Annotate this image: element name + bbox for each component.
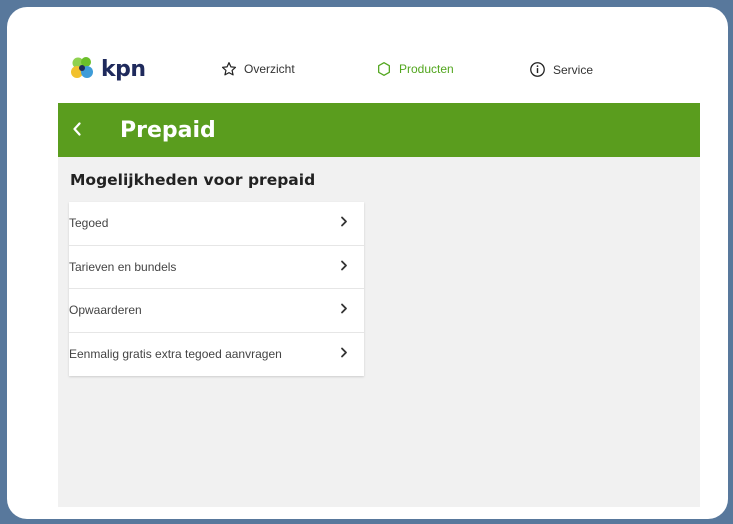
page-header: Prepaid	[58, 103, 700, 157]
chevron-right-icon	[340, 303, 348, 317]
nav-label: Overzicht	[244, 62, 295, 76]
hexagon-icon	[378, 62, 390, 76]
list-item-label: Tegoed	[69, 216, 109, 231]
chevron-right-icon	[340, 260, 348, 274]
device-frame: kpn Overzicht Producten Service Prepaid …	[7, 7, 728, 519]
top-navigation: kpn Overzicht Producten Service	[58, 39, 700, 103]
nav-item-overzicht[interactable]: Overzicht	[221, 61, 295, 77]
list-item-label: Tarieven en bundels	[69, 259, 177, 274]
back-button[interactable]	[72, 121, 88, 139]
info-icon	[530, 62, 545, 77]
list-item-tarieven[interactable]: Tarieven en bundels	[69, 246, 364, 289]
star-icon	[221, 62, 237, 76]
logo-text: kpn	[101, 56, 146, 82]
chevron-left-icon	[73, 121, 81, 136]
content-area: Mogelijkheden voor prepaid Tegoed Tariev…	[58, 157, 700, 507]
chevron-right-icon	[340, 216, 348, 230]
list-item-opwaarderen[interactable]: Opwaarderen	[69, 289, 364, 333]
list-item-label: Eenmalig gratis extra tegoed aanvragen	[69, 347, 282, 362]
nav-label: Producten	[399, 62, 454, 76]
section-heading: Mogelijkheden voor prepaid	[70, 171, 316, 189]
kpn-logo-mark-icon	[71, 57, 93, 78]
options-list: Tegoed Tarieven en bundels Opwaarderen E…	[69, 202, 364, 376]
nav-item-producten[interactable]: Producten	[376, 61, 454, 77]
list-item-extra-tegoed[interactable]: Eenmalig gratis extra tegoed aanvragen	[69, 333, 364, 377]
app-screen: kpn Overzicht Producten Service Prepaid …	[58, 39, 700, 507]
list-item-tegoed[interactable]: Tegoed	[69, 202, 364, 246]
nav-label: Service	[553, 62, 594, 77]
chevron-right-icon	[340, 347, 348, 361]
nav-item-service[interactable]: Service	[529, 61, 593, 78]
list-item-label: Opwaarderen	[69, 303, 142, 318]
kpn-logo[interactable]: kpn	[68, 54, 146, 84]
page-title: Prepaid	[120, 117, 216, 143]
